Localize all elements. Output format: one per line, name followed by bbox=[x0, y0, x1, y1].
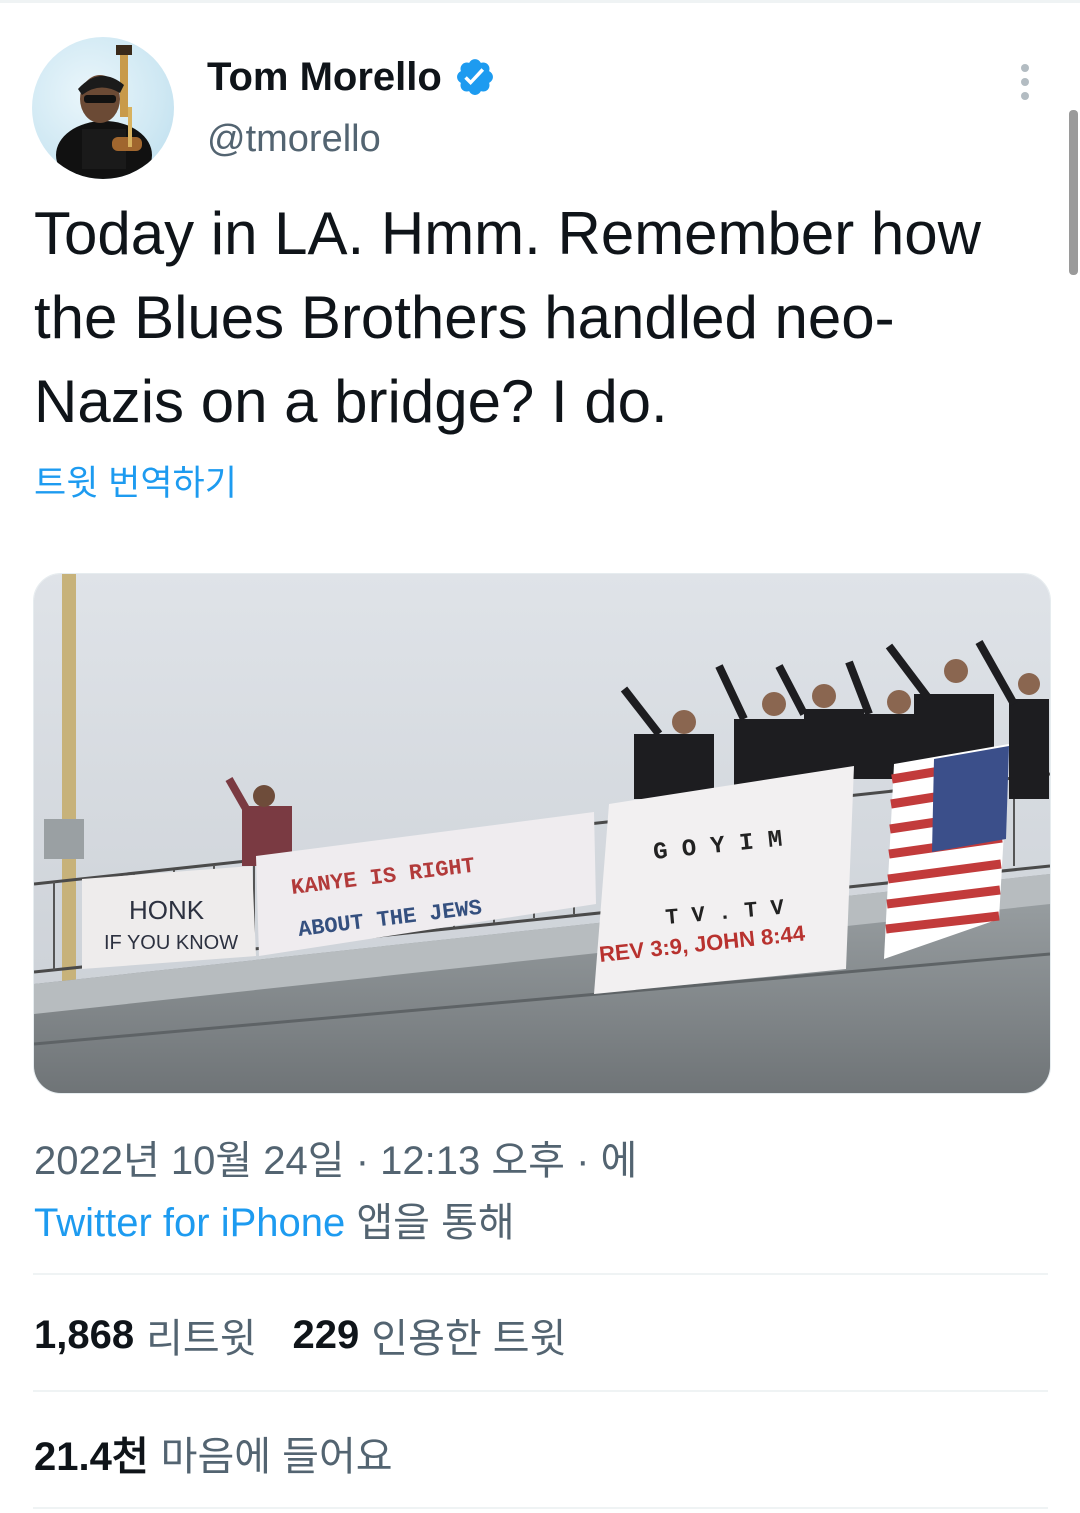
like-count[interactable]: 21.4천 bbox=[34, 1424, 149, 1482]
banner-1-line2: IF YOU KNOW bbox=[104, 932, 238, 954]
bridge-protest-photo: HONK IF YOU KNOW KANYE IS RIGHT ABOUT TH… bbox=[34, 574, 1050, 1093]
translate-tweet-link[interactable]: 트윗 번역하기 bbox=[34, 455, 237, 506]
divider bbox=[33, 1273, 1048, 1275]
more-options-icon[interactable] bbox=[1010, 60, 1040, 104]
divider bbox=[33, 1390, 1048, 1392]
retweet-label[interactable]: 리트윗 bbox=[146, 1306, 256, 1364]
likes-stats: 21.4천 마음에 들어요 bbox=[34, 1424, 393, 1482]
tweet-photo[interactable]: HONK IF YOU KNOW KANYE IS RIGHT ABOUT TH… bbox=[33, 573, 1051, 1094]
source-suffix: 앱을 통해 bbox=[345, 1201, 515, 1245]
tweet-text: Today in LA. Hmm. Remember how the Blues… bbox=[34, 200, 981, 435]
avatar-guitarist-photo-icon bbox=[56, 45, 152, 179]
author-handle[interactable]: @tmorello bbox=[207, 118, 381, 161]
verified-badge-icon bbox=[456, 59, 493, 95]
avatar[interactable] bbox=[32, 37, 174, 179]
engagement-stats: 1,868 리트윗 229 인용한 트윗 bbox=[34, 1306, 566, 1364]
quote-count[interactable]: 229 bbox=[293, 1313, 360, 1358]
like-label[interactable]: 마음에 들어요 bbox=[161, 1424, 393, 1482]
tweet-timestamp[interactable]: 2022년 10월 24일 · 12:13 오후 · 에 bbox=[34, 1128, 637, 1186]
quote-label[interactable]: 인용한 트윗 bbox=[371, 1306, 566, 1364]
top-border bbox=[0, 0, 1080, 3]
tweet-source: Twitter for iPhone 앱을 통해 bbox=[34, 1190, 515, 1248]
author-name[interactable]: Tom Morello bbox=[207, 55, 442, 100]
divider bbox=[33, 1507, 1048, 1509]
banner-1-line1: HONK bbox=[129, 895, 205, 925]
source-app-link[interactable]: Twitter for iPhone bbox=[34, 1201, 345, 1245]
scrollbar[interactable] bbox=[1069, 110, 1078, 275]
retweet-count[interactable]: 1,868 bbox=[34, 1313, 134, 1358]
